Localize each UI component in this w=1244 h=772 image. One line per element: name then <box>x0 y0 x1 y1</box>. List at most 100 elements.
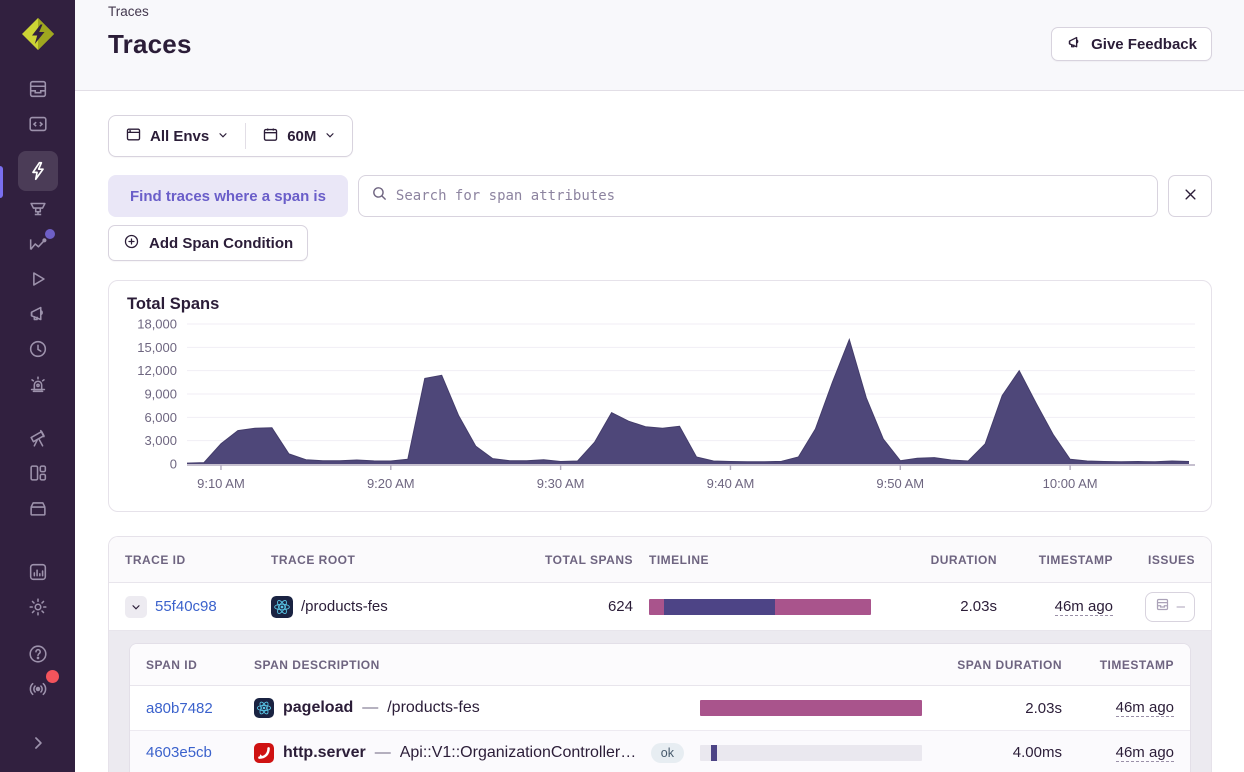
span-search-box[interactable] <box>358 175 1158 217</box>
give-feedback-button[interactable]: Give Feedback <box>1051 27 1212 61</box>
col-span-description: Span Description <box>254 658 684 672</box>
trace-row: 55f40c98 /products-fes <box>109 583 1211 630</box>
issues-mini-icon <box>1155 597 1170 616</box>
total-spans-value: 624 <box>608 598 633 615</box>
col-timestamp: Timestamp <box>1039 553 1113 567</box>
trace-timeline-bar[interactable] <box>649 599 871 615</box>
collapse-trace-button[interactable] <box>125 596 147 618</box>
col-span-timestamp: Timestamp <box>1100 658 1174 672</box>
expanded-trace-section: Span ID Span Description Span Duration T… <box>109 630 1211 772</box>
svg-text:6,000: 6,000 <box>144 410 177 425</box>
help-icon[interactable] <box>18 637 58 671</box>
dashboards-icon[interactable] <box>18 456 58 490</box>
span-timeline-bar[interactable] <box>700 700 922 716</box>
performance-chart-icon[interactable] <box>18 227 58 261</box>
span-id-link[interactable]: a80b7482 <box>146 700 213 717</box>
find-traces-label: Find traces where a span is <box>108 175 348 217</box>
filter-bar: All Envs 60M <box>108 115 353 157</box>
sentry-logo-icon[interactable] <box>16 12 60 56</box>
clear-search-button[interactable] <box>1168 175 1212 217</box>
col-span-duration: Span Duration <box>957 658 1062 672</box>
col-timeline: Timeline <box>649 553 885 567</box>
react-platform-icon <box>254 698 274 718</box>
ruby-platform-icon <box>254 743 274 763</box>
svg-text:10:00 AM: 10:00 AM <box>1043 476 1098 491</box>
add-span-condition-button[interactable]: Add Span Condition <box>108 225 308 261</box>
chevron-down-icon <box>217 128 229 145</box>
stats-icon[interactable] <box>18 555 58 589</box>
svg-text:9:30 AM: 9:30 AM <box>537 476 585 491</box>
feedback-megaphone-icon[interactable] <box>18 297 58 331</box>
span-table: Span ID Span Description Span Duration T… <box>129 643 1191 772</box>
insights-icon[interactable] <box>18 192 58 226</box>
react-platform-icon <box>271 596 293 618</box>
discover-telescope-icon[interactable] <box>18 421 58 455</box>
span-timeline-bar[interactable] <box>700 745 922 761</box>
span-op: pageload <box>283 699 353 717</box>
page-header: Traces Traces Give Feedback <box>75 0 1244 91</box>
window-icon <box>125 126 142 147</box>
svg-text:15,000: 15,000 <box>137 340 177 355</box>
chart-title: Total Spans <box>127 295 1193 314</box>
col-trace-id: Trace ID <box>125 553 255 567</box>
main-area: Traces Traces Give Feedback <box>75 0 1244 772</box>
alerts-siren-icon[interactable] <box>18 367 58 401</box>
col-issues: Issues <box>1148 553 1195 567</box>
col-total-spans: Total Spans <box>545 553 633 567</box>
span-row: a80b7482 <box>130 686 1190 730</box>
megaphone-icon <box>1066 34 1083 55</box>
releases-clock-icon[interactable] <box>18 332 58 366</box>
col-trace-root: Trace Root <box>271 553 517 567</box>
page-title: Traces <box>108 29 192 60</box>
settings-gear-icon[interactable] <box>18 590 58 624</box>
span-timestamp[interactable]: 46m ago <box>1116 744 1174 762</box>
trace-table: Trace ID Trace Root Total Spans Timeline… <box>108 536 1212 772</box>
close-icon <box>1183 186 1198 207</box>
sidebar <box>0 0 75 772</box>
total-spans-chart-svg[interactable]: 0 3,000 6,000 9,000 12,000 15,000 18,000 9:10 A… <box>127 316 1195 498</box>
svg-text:9:20 AM: 9:20 AM <box>367 476 415 491</box>
content: All Envs 60M <box>75 91 1244 772</box>
span-query-row: Find traces where a span is <box>108 175 1212 217</box>
span-id-link[interactable]: 4603e5cb <box>146 744 212 761</box>
replays-play-icon[interactable] <box>18 262 58 296</box>
svg-text:18,000: 18,000 <box>137 317 177 332</box>
archive-box-icon[interactable] <box>18 491 58 525</box>
trace-duration: 2.03s <box>960 598 997 615</box>
issues-icon[interactable] <box>18 72 58 106</box>
span-table-header: Span ID Span Description Span Duration T… <box>130 644 1190 686</box>
app-root: Traces Traces Give Feedback <box>0 0 1244 772</box>
trace-table-header: Trace ID Trace Root Total Spans Timeline… <box>109 537 1211 583</box>
total-spans-chart-panel: Total Spans 0 3,000 6,000 9,000 12,000 15,000… <box>108 280 1212 512</box>
sidebar-collapse-chevron-icon[interactable] <box>18 726 58 760</box>
trace-id-link[interactable]: 55f40c98 <box>155 598 217 615</box>
time-range-dropdown[interactable]: 60M <box>246 116 352 156</box>
svg-text:12,000: 12,000 <box>137 363 177 378</box>
chevron-down-icon <box>324 128 336 145</box>
trace-timestamp[interactable]: 46m ago <box>1055 598 1113 616</box>
search-icon <box>371 185 388 207</box>
span-row: 4603e5cb http.server — Api::V1::Organiza… <box>130 730 1190 772</box>
svg-text:3,000: 3,000 <box>144 433 177 448</box>
traces-lightning-icon[interactable] <box>18 151 58 191</box>
span-status-badge: ok <box>651 743 684 763</box>
svg-text:9,000: 9,000 <box>144 387 177 402</box>
span-timestamp[interactable]: 46m ago <box>1116 699 1174 717</box>
projects-code-icon[interactable] <box>18 107 58 141</box>
svg-text:9:50 AM: 9:50 AM <box>876 476 924 491</box>
active-item-indicator <box>0 166 3 198</box>
span-description: Api::V1::OrganizationController#i… <box>400 744 642 762</box>
col-span-id: Span ID <box>146 658 238 672</box>
environment-dropdown[interactable]: All Envs <box>109 116 245 156</box>
svg-text:9:40 AM: 9:40 AM <box>707 476 755 491</box>
whats-new-notification-dot <box>46 670 59 683</box>
svg-text:9:10 AM: 9:10 AM <box>197 476 245 491</box>
breadcrumb[interactable]: Traces <box>108 4 1212 19</box>
svg-text:0: 0 <box>170 457 177 472</box>
span-search-input[interactable] <box>396 188 1145 204</box>
span-duration: 2.03s <box>1025 700 1062 717</box>
plus-circle-icon <box>123 233 140 254</box>
col-duration: Duration <box>931 553 997 567</box>
trace-issues-button[interactable]: – <box>1145 592 1195 622</box>
whats-new-broadcast-icon[interactable] <box>18 672 58 706</box>
